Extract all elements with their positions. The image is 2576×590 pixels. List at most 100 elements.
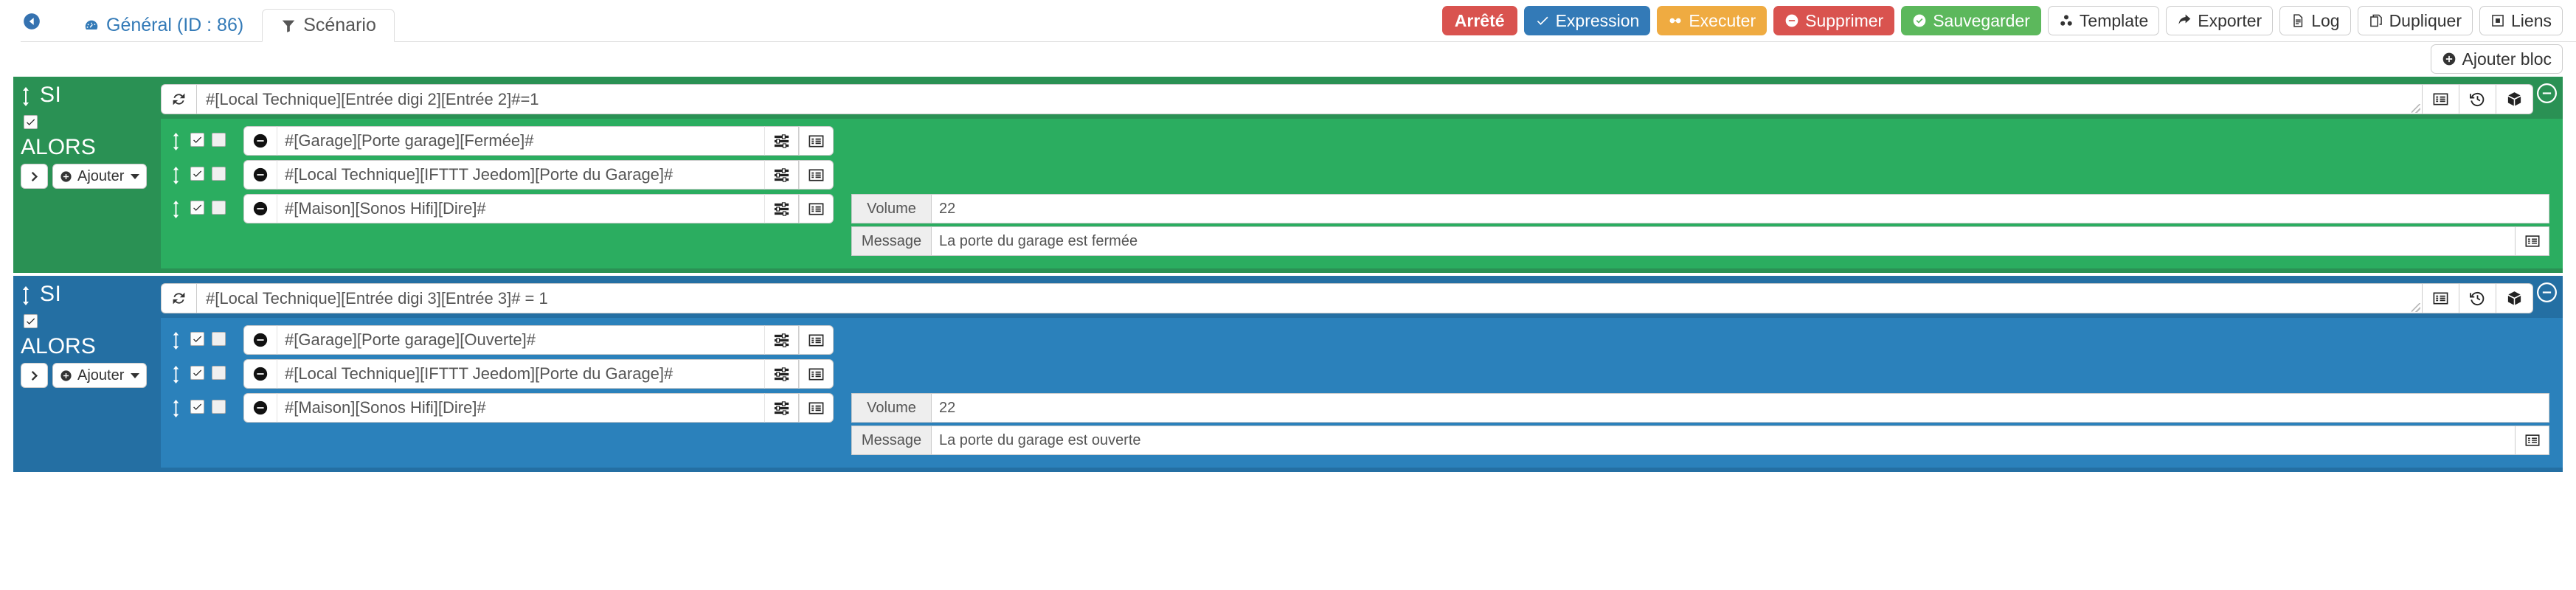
action-list-icon[interactable] [799, 393, 834, 423]
drag-handle-icon[interactable] [21, 282, 32, 309]
action-enabled-checkbox[interactable] [190, 201, 204, 215]
action-expression-input[interactable]: #[Maison][Sonos Hifi][Dire]# [277, 194, 764, 223]
param-value-input[interactable]: La porte du garage est fermée [932, 227, 2515, 255]
action-secondary-checkbox[interactable] [212, 167, 226, 181]
expand-button[interactable] [21, 363, 48, 388]
tab-scenario[interactable]: Scénario [262, 9, 395, 42]
add-block-button[interactable]: Ajouter bloc [2430, 44, 2563, 74]
action-list-icon[interactable] [799, 359, 834, 389]
resize-grip[interactable] [2411, 303, 2420, 312]
action-enabled-checkbox[interactable] [190, 332, 204, 346]
action-sliders-icon[interactable] [764, 393, 799, 423]
action-row: #[Local Technique][IFTTT Jeedom][Porte d… [161, 357, 2563, 391]
expand-button[interactable] [21, 164, 48, 189]
action-sliders-icon[interactable] [764, 194, 799, 223]
block-enabled-checkbox[interactable] [24, 115, 38, 129]
top-bar: Général (ID : 86) Scénario Arrêté Expres… [0, 0, 2576, 42]
condition-history-icon[interactable] [2459, 283, 2496, 313]
block-remove-icon[interactable] [2537, 282, 2557, 302]
plus-circle-icon [60, 369, 72, 381]
drag-handle-icon[interactable] [161, 194, 190, 218]
action-secondary-checkbox[interactable] [212, 201, 226, 215]
param-value-input[interactable]: 22 [932, 195, 2549, 223]
action-remove-icon[interactable] [243, 325, 277, 355]
refresh-icon [173, 292, 185, 305]
action-list-icon[interactable] [799, 325, 834, 355]
action-params: Volume 22 Message La porte du garage est… [851, 194, 2549, 259]
action-secondary-checkbox[interactable] [212, 400, 226, 414]
links-button[interactable]: Liens [2479, 6, 2563, 35]
block-left-column: SI ALORS Ajouter [13, 80, 161, 268]
resize-grip[interactable] [2411, 104, 2420, 113]
minus-circle-icon [1785, 14, 1798, 27]
condition-refresh-button[interactable] [161, 283, 196, 313]
tab-general[interactable]: Général (ID : 86) [65, 9, 262, 42]
condition-cube-icon[interactable] [2496, 283, 2533, 313]
action-list-icon[interactable] [799, 194, 834, 223]
drag-handle-icon[interactable] [161, 359, 190, 384]
condition-history-icon[interactable] [2459, 84, 2496, 114]
action-secondary-checkbox[interactable] [212, 332, 226, 346]
action-row: #[Garage][Porte garage][Fermée]# [161, 124, 2563, 158]
condition-cube-icon[interactable] [2496, 84, 2533, 114]
check-circle-icon [1913, 14, 1926, 27]
action-expression-input[interactable]: #[Local Technique][IFTTT Jeedom][Porte d… [277, 160, 764, 190]
condition-list-icon[interactable] [2423, 283, 2459, 313]
execute-button[interactable]: Executer [1657, 6, 1767, 35]
export-button[interactable]: Exporter [2166, 6, 2274, 35]
duplicate-button[interactable]: Dupliquer [2357, 6, 2473, 35]
action-enabled-checkbox[interactable] [190, 133, 204, 147]
action-secondary-checkbox[interactable] [212, 366, 226, 380]
action-sliders-icon[interactable] [764, 325, 799, 355]
drag-handle-icon[interactable] [161, 325, 190, 350]
param-list-icon[interactable] [2515, 227, 2549, 255]
action-expression-input[interactable]: #[Maison][Sonos Hifi][Dire]# [277, 393, 764, 423]
expression-button[interactable]: Expression [1523, 6, 1651, 35]
add-action-button[interactable]: Ajouter [52, 363, 148, 388]
link-diagram-icon [2492, 15, 2504, 27]
condition-input[interactable]: #[Local Technique][Entrée digi 3][Entrée… [196, 283, 2423, 313]
action-list-icon[interactable] [799, 160, 834, 190]
action-expression-input[interactable]: #[Garage][Porte garage][Fermée]# [277, 126, 764, 156]
add-action-label: Ajouter [77, 167, 125, 184]
action-sliders-icon[interactable] [764, 160, 799, 190]
action-enabled-checkbox[interactable] [190, 366, 204, 380]
action-row: #[Maison][Sonos Hifi][Dire]# Volume 22 M… [161, 391, 2563, 460]
param-value-input[interactable]: La porte du garage est ouverte [932, 426, 2515, 454]
delete-button[interactable]: Supprimer [1773, 6, 1895, 35]
action-enabled-checkbox[interactable] [190, 167, 204, 181]
drag-handle-icon[interactable] [161, 160, 190, 184]
template-button[interactable]: Template [2047, 6, 2160, 35]
log-button[interactable]: Log [2279, 6, 2351, 35]
filter-icon [280, 18, 297, 34]
action-list-icon[interactable] [799, 126, 834, 156]
block-enabled-checkbox[interactable] [24, 314, 38, 328]
chevron-down-icon [131, 372, 140, 378]
action-remove-icon[interactable] [243, 126, 277, 156]
action-remove-icon[interactable] [243, 160, 277, 190]
action-remove-icon[interactable] [243, 359, 277, 389]
action-expression-input[interactable]: #[Local Technique][IFTTT Jeedom][Porte d… [277, 359, 764, 389]
param-label: Volume [852, 195, 932, 223]
action-sliders-icon[interactable] [764, 126, 799, 156]
back-icon[interactable] [21, 10, 43, 32]
add-action-button[interactable]: Ajouter [52, 164, 148, 189]
param-value-input[interactable]: 22 [932, 394, 2549, 422]
action-enabled-checkbox[interactable] [190, 400, 204, 414]
param-row-message: Message La porte du garage est fermée [851, 226, 2549, 256]
condition-text: #[Local Technique][Entrée digi 2][Entrée… [206, 89, 539, 108]
param-list-icon[interactable] [2515, 426, 2549, 454]
condition-input[interactable]: #[Local Technique][Entrée digi 2][Entrée… [196, 84, 2423, 114]
drag-handle-icon[interactable] [161, 393, 190, 417]
drag-handle-icon[interactable] [21, 83, 32, 110]
action-sliders-icon[interactable] [764, 359, 799, 389]
drag-handle-icon[interactable] [161, 126, 190, 150]
action-secondary-checkbox[interactable] [212, 133, 226, 147]
action-expression-input[interactable]: #[Garage][Porte garage][Ouverte]# [277, 325, 764, 355]
condition-refresh-button[interactable] [161, 84, 196, 114]
action-remove-icon[interactable] [243, 194, 277, 223]
save-button[interactable]: Sauvegarder [1901, 6, 2041, 35]
condition-list-icon[interactable] [2423, 84, 2459, 114]
action-remove-icon[interactable] [243, 393, 277, 423]
block-remove-icon[interactable] [2537, 83, 2557, 103]
